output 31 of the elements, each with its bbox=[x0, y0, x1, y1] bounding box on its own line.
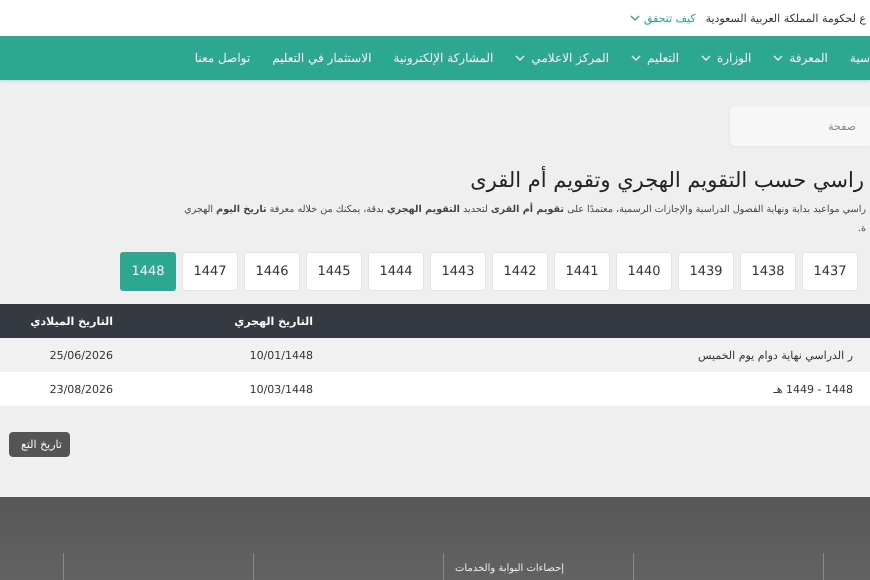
chevron-down-icon bbox=[630, 14, 640, 22]
chevron-down-icon bbox=[700, 54, 711, 62]
year-tab[interactable]: 1447 bbox=[182, 252, 238, 291]
intro-paragraph: راسي مواعيد بداية ونهاية الفصول الدراسية والإجازات الرسمية، معتمدًا على تقويم أم القرى لتحديد التقويم الهجري بدقة، يمكنك من خلاله معرفة تاريخ اليوم الهجري bbox=[183, 202, 866, 217]
year-tab[interactable]: 1439 bbox=[678, 252, 734, 291]
table-cell-text: 1448 - 1449 هـ bbox=[772, 382, 854, 396]
page-heading: راسي حسب التقويم الهجري وتقويم أم القرى bbox=[469, 168, 864, 192]
date-button[interactable]: تاريخ التع bbox=[9, 432, 70, 457]
column-header: التاريخ الميلادي bbox=[29, 314, 114, 328]
year-tab[interactable]: 1443 bbox=[430, 252, 486, 291]
table-cell-text: 10/03/1448 bbox=[248, 382, 314, 396]
year-tab[interactable]: 1444 bbox=[368, 252, 424, 291]
intro-paragraph: ة. bbox=[856, 222, 866, 236]
table-cell-text: 23/08/2026 bbox=[48, 382, 114, 396]
search-field[interactable]: صفحة bbox=[730, 106, 870, 146]
column-header: التاريخ الهجري bbox=[233, 314, 314, 328]
chevron-down-icon bbox=[630, 54, 641, 62]
year-tab[interactable]: 1442 bbox=[492, 252, 548, 291]
year-tab[interactable]: 1437 bbox=[802, 252, 858, 291]
year-tab[interactable]: 1446 bbox=[244, 252, 300, 291]
year-tab[interactable]: 1440 bbox=[616, 252, 672, 291]
chevron-down-icon bbox=[515, 54, 526, 62]
government-notice: ع لحكومة المملكة العربية السعودية bbox=[706, 12, 866, 24]
table-cell-text: ر الدراسي نهاية دوام يوم الخميس bbox=[696, 348, 854, 362]
table-cell-text: 25/06/2026 bbox=[48, 348, 114, 362]
year-tab[interactable]: 1441 bbox=[554, 252, 610, 291]
year-tab[interactable]: 1438 bbox=[740, 252, 796, 291]
footer-heading: إحصاءات البوابة والخدمات bbox=[455, 563, 564, 574]
chevron-down-icon bbox=[773, 54, 784, 62]
table-cell-text: 10/01/1448 bbox=[248, 348, 314, 362]
year-tab[interactable]: 1445 bbox=[306, 252, 362, 291]
